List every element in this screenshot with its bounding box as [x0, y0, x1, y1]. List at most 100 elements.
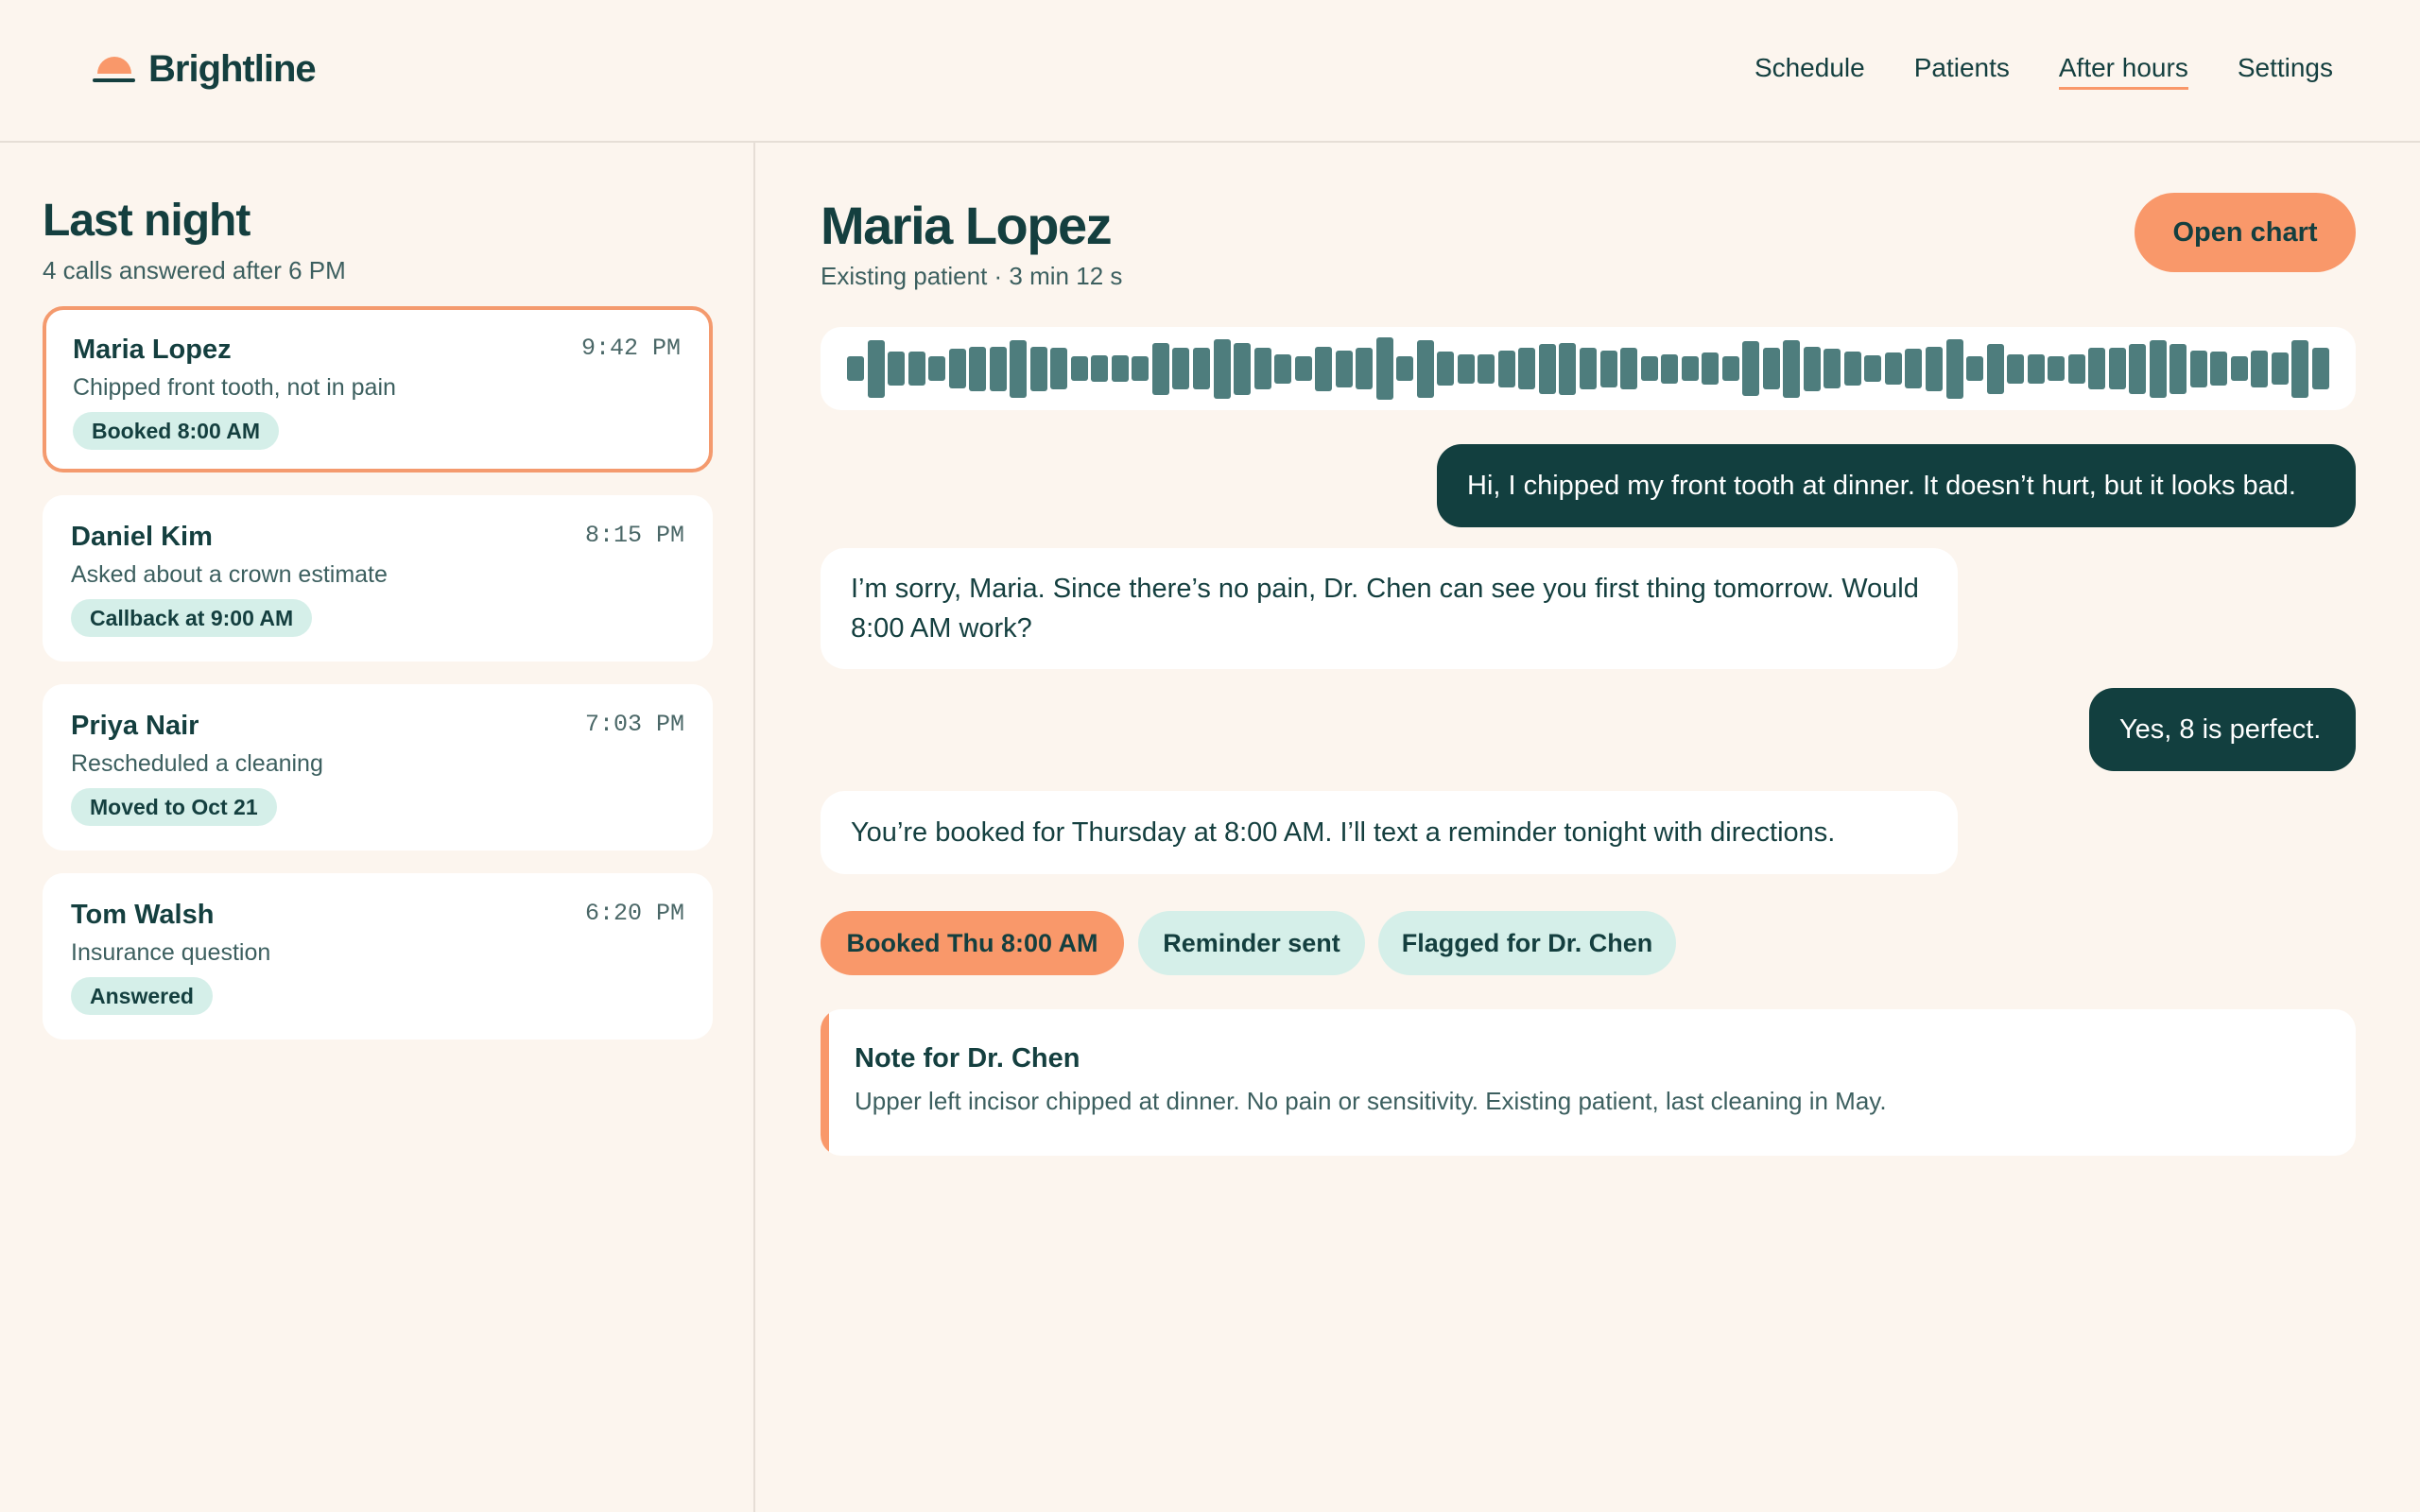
waveform-bar [1885, 352, 1902, 385]
app-header: Brightline Schedule Patients After hours… [0, 0, 2420, 143]
waveform-bar [1722, 356, 1739, 381]
waveform-bar [1050, 348, 1067, 389]
waveform-bar [1274, 354, 1291, 384]
nav-after-hours[interactable]: After hours [2058, 53, 2188, 90]
waveform-bar [1376, 337, 1393, 400]
note-body: Upper left incisor chipped at dinner. No… [855, 1087, 1887, 1115]
message-patient: Hi, I chipped my front tooth at dinner. … [1437, 444, 2356, 527]
call-name: Priya Nair [71, 711, 199, 741]
waveform-bar [1742, 341, 1759, 396]
call-name: Maria Lopez [73, 335, 232, 365]
waveform-bar [1580, 348, 1597, 389]
message-text: You’re booked for Thursday at 8:00 AM. I… [851, 817, 1836, 848]
call-card-priya-nair[interactable]: Priya Nair 7:03 PM Rescheduled a cleanin… [43, 684, 713, 850]
waveform-bar [2150, 340, 2167, 398]
waveform-bar [1539, 344, 1556, 394]
call-card-maria-lopez[interactable]: Maria Lopez 9:42 PM Chipped front tooth,… [43, 306, 713, 472]
nav-settings[interactable]: Settings [2238, 53, 2333, 90]
waveform-bar [1783, 340, 1800, 398]
call-status-badge: Moved to Oct 21 [71, 788, 277, 826]
call-status-badge: Booked 8:00 AM [73, 412, 280, 450]
waveform-bar [969, 347, 986, 391]
waveform-bar [1132, 356, 1149, 381]
note-accent-bar [821, 1009, 829, 1156]
waveform-bar [1478, 354, 1495, 384]
message-assistant: I’m sorry, Maria. Since there’s no pain,… [821, 548, 1958, 669]
call-card-daniel-kim[interactable]: Daniel Kim 8:15 PM Asked about a crown e… [43, 495, 713, 662]
call-card-tom-walsh[interactable]: Tom Walsh 6:20 PM Insurance question Ans… [43, 873, 713, 1040]
waveform-bar [1417, 340, 1434, 398]
tag-flagged: Flagged for Dr. Chen [1378, 911, 1676, 975]
waveform-bar [1559, 343, 1576, 395]
waveform-bar [1926, 347, 1943, 391]
waveform-bar [2210, 352, 2227, 386]
waveform-bar [990, 347, 1007, 391]
waveform-bar [1112, 355, 1129, 382]
waveform-bar [1010, 340, 1027, 398]
waveform-bar [1966, 356, 1983, 381]
waveform-bar [1152, 343, 1169, 395]
patient-subtitle: Existing patient · 3 min 12 s [821, 262, 1123, 290]
call-description: Insurance question [71, 939, 271, 966]
call-time: 8:15 PM [584, 522, 684, 549]
main-nav: Schedule Patients After hours Settings [1754, 53, 2333, 90]
waveform-bar [928, 356, 945, 381]
waveform-bar [1498, 351, 1515, 387]
waveform-bar [2272, 352, 2289, 385]
waveform-bar [1437, 352, 1454, 386]
waveform-bar [2048, 356, 2065, 381]
waveform-bar [1661, 354, 1678, 384]
tag-reminder-sent: Reminder sent [1138, 911, 1365, 975]
waveform-bar [2068, 354, 2085, 384]
waveform-bars [847, 327, 2329, 410]
sidebar-title: Last night [43, 196, 251, 246]
waveform-bar [2007, 354, 2024, 384]
message-text: Yes, 8 is perfect. [2119, 714, 2322, 745]
waveform-bar [1946, 339, 1963, 399]
note-card: Note for Dr. Chen Upper left incisor chi… [821, 1009, 2356, 1156]
call-status-badge: Answered [71, 977, 213, 1015]
waveform-bar [1987, 344, 2004, 394]
waveform-bar [908, 352, 925, 386]
message-patient: Yes, 8 is perfect. [2089, 688, 2356, 771]
waveform-bar [1518, 348, 1535, 389]
waveform-bar [1641, 356, 1658, 381]
waveform-bar [1682, 356, 1699, 381]
waveform-bar [1458, 354, 1475, 384]
call-description: Chipped front tooth, not in pain [73, 374, 396, 401]
waveform-bar [2291, 340, 2308, 398]
waveform-bar [1620, 348, 1637, 389]
waveform-bar [1234, 343, 1251, 395]
waveform-bar [1702, 352, 1719, 385]
waveform-bar [1193, 348, 1210, 389]
waveform-bar [2109, 348, 2126, 389]
waveform-bar [1295, 356, 1312, 381]
nav-patients[interactable]: Patients [1914, 53, 2010, 90]
call-detail: Maria Lopez Existing patient · 3 min 12 … [757, 143, 2420, 1512]
open-chart-button[interactable]: Open chart [2135, 193, 2356, 272]
waveform-bar [1864, 355, 1881, 382]
message-assistant: You’re booked for Thursday at 8:00 AM. I… [821, 791, 1958, 874]
message-text: Hi, I chipped my front tooth at dinner. … [1467, 471, 2296, 501]
brand-name: Brightline [148, 47, 317, 90]
waveform-bar [847, 356, 864, 381]
note-title: Note for Dr. Chen [855, 1043, 1080, 1074]
waveform-bar [888, 352, 905, 386]
call-description: Rescheduled a cleaning [71, 750, 323, 777]
waveform-bar [2251, 351, 2268, 387]
call-description: Asked about a crown estimate [71, 561, 388, 588]
waveform-bar [1804, 347, 1821, 391]
waveform-bar [1336, 351, 1353, 387]
waveform-bar [1824, 349, 1841, 388]
waveform-bar [949, 349, 966, 388]
call-audio-waveform[interactable] [821, 327, 2356, 410]
waveform-bar [1905, 349, 1922, 388]
waveform-bar [1214, 339, 1231, 399]
tag-booked: Booked Thu 8:00 AM [821, 911, 1124, 975]
sidebar-subtitle: 4 calls answered after 6 PM [43, 256, 346, 284]
nav-schedule[interactable]: Schedule [1754, 53, 1865, 90]
waveform-bar [1356, 348, 1373, 389]
calls-sidebar: Last night 4 calls answered after 6 PM M… [0, 143, 755, 1512]
waveform-bar [1030, 347, 1047, 391]
brand-logo[interactable]: Brightline [93, 47, 317, 91]
